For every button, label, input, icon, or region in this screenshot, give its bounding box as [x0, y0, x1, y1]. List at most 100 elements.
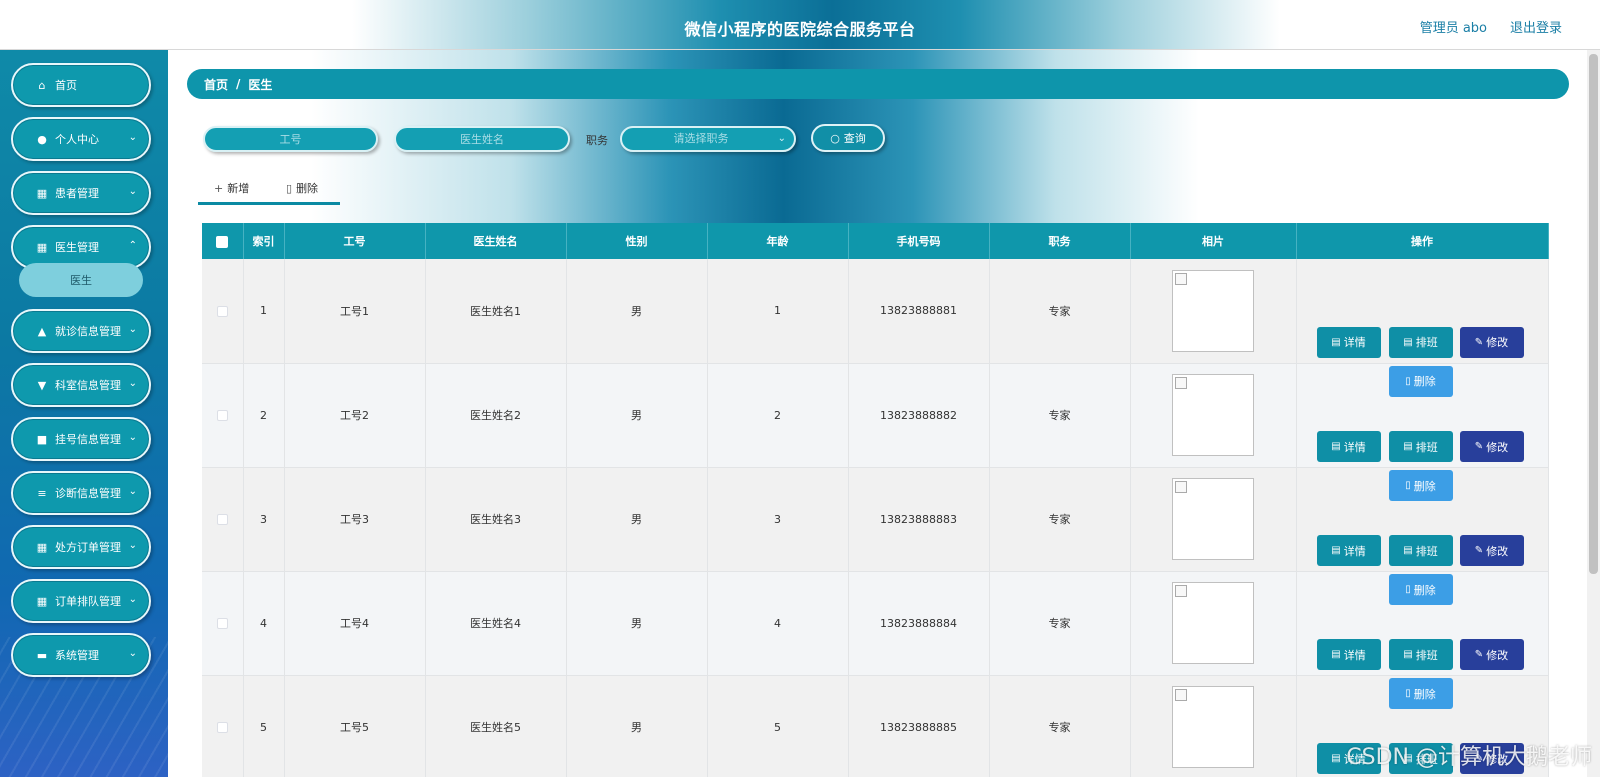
cell-age: 4 — [707, 571, 849, 676]
row-checkbox[interactable] — [216, 305, 228, 317]
row-checkbox[interactable] — [216, 722, 228, 733]
sidebar-item-personal-center[interactable]: ● 个人中心 ⌄ — [11, 117, 151, 161]
delete-button[interactable]: ▯ 删除 — [1388, 365, 1453, 397]
schedule-button[interactable]: ▤ 排班 — [1388, 535, 1453, 566]
delete-label: 删除 — [1413, 687, 1436, 701]
cell-phone: 13823888881 — [848, 259, 990, 364]
trash-icon: ▯ — [1405, 480, 1411, 491]
flag-icon: ▼ — [37, 378, 47, 392]
cell-photo — [1130, 675, 1297, 777]
row-checkbox[interactable] — [216, 410, 228, 421]
document-icon: ▤ — [1403, 649, 1413, 660]
search-icon: ○ — [830, 131, 840, 145]
sidebar-item-label: 处方订单管理 — [55, 541, 121, 554]
row-select-cell[interactable] — [202, 363, 244, 468]
chevron-down-icon: ⌄ — [128, 378, 137, 389]
cell-duty: 专家 — [989, 467, 1131, 572]
sidebar-item-system[interactable]: ▬ 系统管理 ⌄ — [11, 633, 151, 677]
sidebar-item-registrations[interactable]: ■ 挂号信息管理 ⌄ — [11, 417, 151, 461]
breadcrumb: 首页 / 医生 — [187, 69, 1569, 99]
sidebar-item-label: 就诊信息管理 — [55, 325, 121, 338]
trash-icon: ▯ — [286, 182, 293, 195]
cell-job-no: 工号5 — [284, 675, 426, 777]
detail-button[interactable]: ▤ 详情 — [1316, 326, 1381, 358]
schedule-button[interactable]: ▤ 排班 — [1388, 326, 1453, 358]
select-all-header[interactable] — [202, 223, 244, 259]
edit-button[interactable]: ✎ 修改 — [1459, 326, 1524, 358]
sidebar-item-home[interactable]: ⌂ 首页 — [11, 63, 151, 107]
delete-button[interactable]: ▯ 删除 — [1388, 574, 1453, 605]
edit-button[interactable]: ✎ 修改 — [1459, 639, 1524, 670]
sidebar-item-queue[interactable]: ▦ 订单排队管理 ⌄ — [11, 579, 151, 623]
sidebar-item-patients[interactable]: ▦ 患者管理 ⌄ — [11, 171, 151, 215]
detail-button[interactable]: ▤ 详情 — [1316, 535, 1381, 566]
delete-button[interactable]: ▯ 删除 — [1388, 678, 1453, 709]
detail-label: 详情 — [1343, 336, 1366, 350]
doctor-table: 索引 工号 医生姓名 性别 年龄 手机号码 职务 相片 操作 1 工号1 医生姓名1… — [202, 223, 1549, 777]
job-no-input[interactable] — [205, 128, 376, 150]
cell-phone: 13823888883 — [848, 467, 990, 572]
row-checkbox[interactable] — [216, 618, 228, 629]
select-all-checkbox[interactable] — [216, 235, 229, 248]
cell-job-no: 工号3 — [284, 467, 426, 572]
top-header: 微信小程序的医院综合服务平台 管理员 abo 退出登录 — [0, 0, 1600, 50]
broken-image-icon — [1172, 582, 1254, 664]
edit-button[interactable]: ✎ 修改 — [1459, 431, 1524, 462]
logout-link[interactable]: 退出登录 — [1510, 17, 1562, 36]
row-select-cell[interactable] — [202, 467, 244, 572]
column-header: 相片 — [1130, 223, 1297, 259]
document-icon: ▤ — [1403, 336, 1413, 348]
pencil-icon: ✎ — [1474, 336, 1484, 348]
delete-button[interactable]: ▯ 删除 — [1388, 470, 1453, 501]
detail-button[interactable]: ▤ 详情 — [1316, 431, 1381, 462]
chevron-down-icon: ⌄ — [128, 324, 137, 335]
detail-label: 详情 — [1343, 648, 1366, 662]
job-no-field[interactable] — [203, 126, 378, 152]
sidebar-item-label: 医生管理 — [55, 241, 99, 254]
batch-delete-label: 删除 — [296, 182, 319, 195]
sidebar-item-label: 系统管理 — [55, 649, 99, 662]
row-checkbox[interactable] — [216, 514, 228, 525]
delete-label: 删除 — [1413, 375, 1436, 389]
sidebar-item-departments[interactable]: ▼ 科室信息管理 ⌄ — [11, 363, 151, 407]
sidebar-item-diagnoses[interactable]: ≡ 诊断信息管理 ⌄ — [11, 471, 151, 515]
schedule-button[interactable]: ▤ 排班 — [1388, 431, 1453, 462]
edit-button[interactable]: ✎ 修改 — [1459, 535, 1524, 566]
sidebar-item-label: 患者管理 — [55, 187, 99, 200]
document-icon: ▤ — [1403, 441, 1413, 452]
sidebar-subitem-doctor[interactable]: 医生 — [19, 263, 143, 297]
batch-delete-button[interactable]: ▯ 删除 — [286, 180, 318, 196]
document-icon: ▤ — [1331, 649, 1341, 660]
duty-select-placeholder: 请选择职务 — [673, 132, 729, 145]
query-button-label: 查询 — [843, 132, 866, 145]
document-icon: ▤ — [1331, 753, 1341, 764]
row-select-cell[interactable] — [202, 571, 244, 676]
scrollbar-thumb[interactable] — [1589, 54, 1598, 574]
row-select-cell[interactable] — [202, 259, 244, 364]
column-header: 年龄 — [707, 223, 849, 259]
schedule-label: 排班 — [1415, 440, 1438, 454]
query-button[interactable]: ○ 查询 — [811, 124, 885, 152]
sidebar-item-label: 挂号信息管理 — [55, 433, 121, 446]
detail-button[interactable]: ▤ 详情 — [1316, 639, 1381, 670]
row-select-cell[interactable] — [202, 675, 244, 777]
page-scrollbar[interactable] — [1587, 50, 1600, 777]
grid-icon: ▦ — [36, 186, 48, 200]
add-button[interactable]: + 新增 — [214, 180, 249, 196]
table-row: 2 工号2 医生姓名2 男 2 13823888882 专家 ▤ 详情 ▤ 排班 ✎ 修改 ▯ 删除 — [202, 363, 1549, 501]
cell-doctor-name: 医生姓名1 — [425, 259, 567, 364]
breadcrumb-home[interactable]: 首页 — [204, 76, 228, 93]
duty-select[interactable]: 请选择职务 ⌄ — [620, 126, 796, 152]
edit-label: 修改 — [1486, 544, 1509, 558]
schedule-button[interactable]: ▤ 排班 — [1388, 639, 1453, 670]
doctor-name-input[interactable] — [396, 128, 568, 150]
chevron-down-icon: ⌄ — [128, 432, 137, 443]
delete-label: 删除 — [1413, 479, 1436, 493]
add-button-label: 新增 — [227, 182, 250, 195]
cell-job-no: 工号1 — [284, 259, 426, 364]
sidebar-item-visits[interactable]: ▲ 就诊信息管理 ⌄ — [11, 309, 151, 353]
sidebar-item-prescriptions[interactable]: ▦ 处方订单管理 ⌄ — [11, 525, 151, 569]
broken-image-icon — [1172, 269, 1254, 352]
doctor-name-field[interactable] — [394, 126, 570, 152]
current-user: 管理员 abo — [1419, 21, 1487, 36]
